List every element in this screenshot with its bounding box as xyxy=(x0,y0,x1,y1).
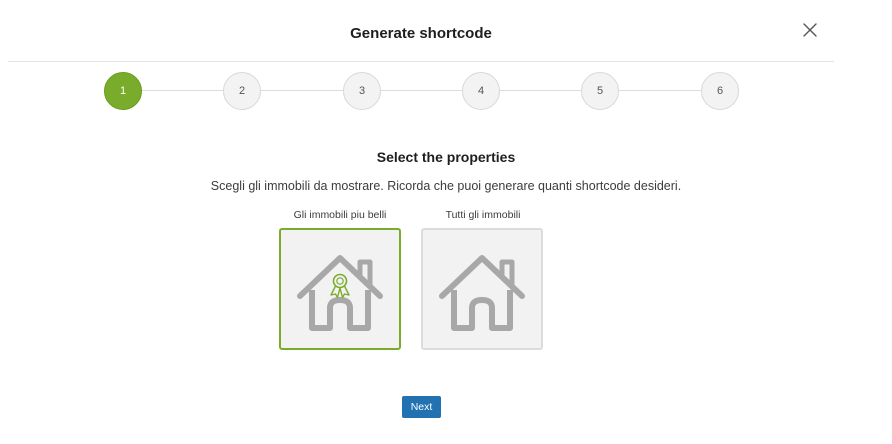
step-4[interactable]: 4 xyxy=(462,72,500,110)
modal-title: Generate shortcode xyxy=(350,25,492,42)
section-description: Scegli gli immobili da mostrare. Ricorda… xyxy=(210,179,682,193)
option-card-best-properties[interactable] xyxy=(279,228,401,350)
option-label-all: Tutti gli immobili xyxy=(445,209,521,221)
house-icon xyxy=(439,255,525,331)
option-card-all-properties[interactable] xyxy=(421,228,543,350)
stepper: 1 2 3 4 5 6 xyxy=(0,72,892,112)
step-5[interactable]: 5 xyxy=(581,72,619,110)
house-award-icon xyxy=(297,255,383,331)
step-3[interactable]: 3 xyxy=(343,72,381,110)
stepper-line xyxy=(123,90,721,91)
section-title: Select the properties xyxy=(376,149,516,165)
modal-header: Generate shortcode xyxy=(8,0,834,62)
step-6[interactable]: 6 xyxy=(701,72,739,110)
option-label-best: Gli immobili piu belli xyxy=(293,209,387,221)
step-1[interactable]: 1 xyxy=(104,72,142,110)
generate-shortcode-modal: Generate shortcode 1 2 3 4 5 6 Select th… xyxy=(0,0,892,444)
next-button[interactable]: Next xyxy=(402,396,441,418)
close-icon[interactable] xyxy=(800,20,820,40)
step-2[interactable]: 2 xyxy=(223,72,261,110)
